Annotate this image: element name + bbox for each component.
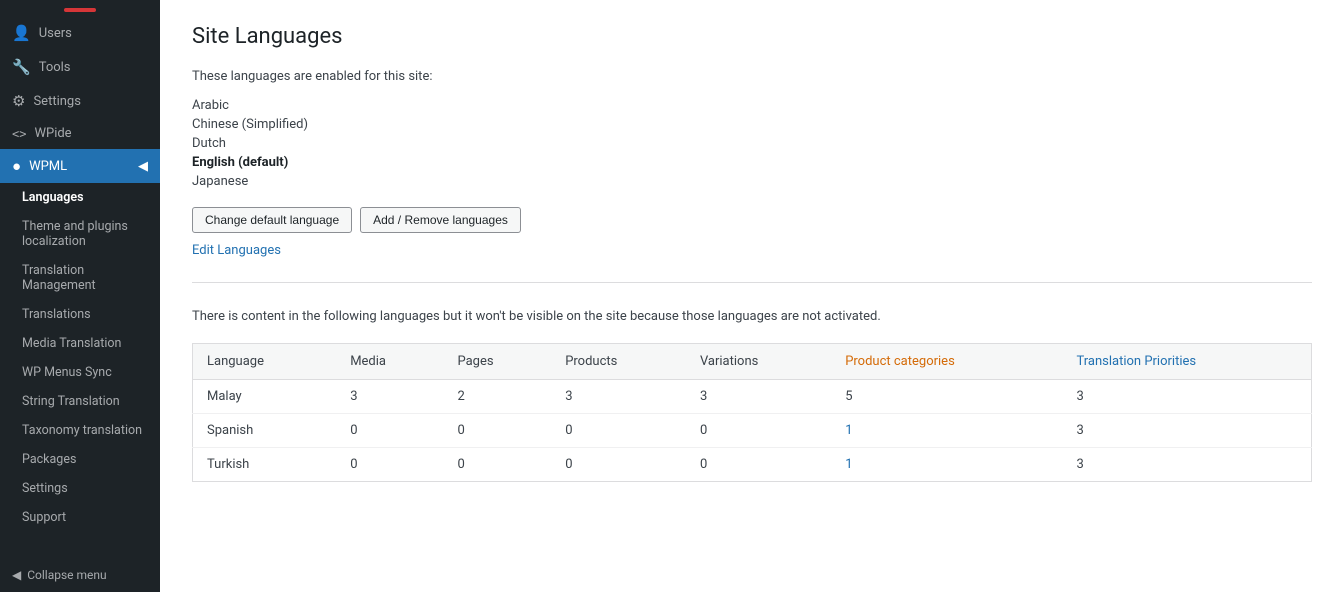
table-cell-0-row-1: Spanish (193, 413, 337, 447)
table-cell-5-row-2[interactable]: 1 (831, 447, 1062, 481)
change-default-language-button[interactable]: Change default language (192, 207, 352, 233)
lang-japanese: Japanese (192, 172, 1312, 191)
users-icon: 👤 (12, 24, 31, 42)
sidebar-item-support[interactable]: Support (0, 503, 160, 532)
sidebar-item-users[interactable]: 👤 Users (0, 16, 160, 50)
sidebar-item-languages[interactable]: Languages (0, 183, 160, 212)
table-row: Malay323353 (193, 379, 1312, 413)
table-cell-4-row-0: 3 (686, 379, 831, 413)
table-cell-5-row-1[interactable]: 1 (831, 413, 1062, 447)
table-cell-6-row-2: 3 (1062, 447, 1311, 481)
table-cell-3-row-0: 3 (551, 379, 686, 413)
table-row: Spanish000013 (193, 413, 1312, 447)
sidebar-item-packages[interactable]: Packages (0, 445, 160, 474)
add-remove-languages-button[interactable]: Add / Remove languages (360, 207, 521, 233)
language-list: Arabic Chinese (Simplified) Dutch Englis… (192, 96, 1312, 191)
col-variations: Variations (686, 343, 831, 379)
table-cell-4-row-2: 0 (686, 447, 831, 481)
wpml-submenu: Languages Theme and plugins localization… (0, 183, 160, 532)
collapse-menu-button[interactable]: ◀ Collapse menu (0, 558, 160, 592)
table-cell-0-row-0: Malay (193, 379, 337, 413)
sidebar-item-settings[interactable]: ⚙ Settings (0, 84, 160, 118)
inactive-languages-table: Language Media Pages Products Variations… (192, 343, 1312, 482)
table-cell-1-row-1: 0 (336, 413, 443, 447)
settings-icon: ⚙ (12, 92, 25, 110)
lang-dutch: Dutch (192, 134, 1312, 153)
wpml-icon: ● (12, 157, 21, 175)
lang-arabic: Arabic (192, 96, 1312, 115)
lang-english: English (default) (192, 153, 1312, 172)
table-cell-2-row-1: 0 (443, 413, 551, 447)
col-products: Products (551, 343, 686, 379)
wpml-arrow-icon: ◀ (138, 159, 148, 174)
table-cell-3-row-1: 0 (551, 413, 686, 447)
lang-chinese: Chinese (Simplified) (192, 115, 1312, 134)
sidebar-item-translations[interactable]: Translations (0, 300, 160, 329)
sidebar-item-theme-plugins[interactable]: Theme and plugins localization (0, 212, 160, 256)
col-media: Media (336, 343, 443, 379)
col-language: Language (193, 343, 337, 379)
table-cell-4-row-1: 0 (686, 413, 831, 447)
section1-intro: These languages are enabled for this sit… (192, 69, 1312, 84)
sidebar: 👤 Users 🔧 Tools ⚙ Settings <> WPide ● WP… (0, 0, 160, 592)
sidebar-item-wp-menus-sync[interactable]: WP Menus Sync (0, 358, 160, 387)
table-cell-2-row-2: 0 (443, 447, 551, 481)
action-buttons: Change default language Add / Remove lan… (192, 207, 1312, 233)
sidebar-item-translation-management[interactable]: Translation Management (0, 256, 160, 300)
table-cell-5-row-0: 5 (831, 379, 1062, 413)
table-cell-2-row-0: 2 (443, 379, 551, 413)
table-cell-0-row-2: Turkish (193, 447, 337, 481)
section-divider (192, 282, 1312, 283)
sidebar-item-wpml[interactable]: ● WPML ◀ (0, 149, 160, 183)
table-row: Turkish000013 (193, 447, 1312, 481)
table-cell-1-row-0: 3 (336, 379, 443, 413)
page-title: Site Languages (192, 24, 1312, 49)
wpide-icon: <> (12, 127, 26, 141)
main-content: Site Languages These languages are enabl… (160, 0, 1344, 592)
sidebar-item-taxonomy-translation[interactable]: Taxonomy translation (0, 416, 160, 445)
sidebar-indicator (64, 8, 96, 12)
table-cell-6-row-1: 3 (1062, 413, 1311, 447)
table-cell-6-row-0: 3 (1062, 379, 1311, 413)
sidebar-item-tools[interactable]: 🔧 Tools (0, 50, 160, 84)
table-cell-1-row-2: 0 (336, 447, 443, 481)
content-warning: There is content in the following langua… (192, 307, 1312, 327)
sidebar-item-media-translation[interactable]: Media Translation (0, 329, 160, 358)
sidebar-item-wpide[interactable]: <> WPide (0, 118, 160, 149)
col-pages: Pages (443, 343, 551, 379)
sidebar-item-string-translation[interactable]: String Translation (0, 387, 160, 416)
col-product-categories: Product categories (831, 343, 1062, 379)
sidebar-item-wpml-settings[interactable]: Settings (0, 474, 160, 503)
edit-languages-link[interactable]: Edit Languages (192, 243, 281, 258)
tools-icon: 🔧 (12, 58, 31, 76)
collapse-icon: ◀ (12, 568, 21, 582)
col-translation-priorities: Translation Priorities (1062, 343, 1311, 379)
table-cell-3-row-2: 0 (551, 447, 686, 481)
